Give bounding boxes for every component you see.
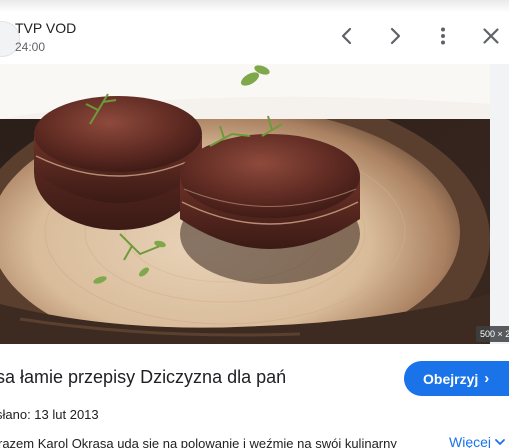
chevron-left-icon xyxy=(341,27,352,45)
chevron-down-icon xyxy=(495,439,505,445)
image-edge xyxy=(490,64,509,344)
steak-photo xyxy=(0,64,490,344)
source-name[interactable]: TVP VOD xyxy=(15,20,76,36)
chevron-right-icon: › xyxy=(484,370,490,387)
watch-button[interactable]: Obejrzyj › xyxy=(404,361,509,396)
published-date: słano: 13 lut 2013 xyxy=(0,407,99,422)
close-button[interactable] xyxy=(479,24,503,48)
next-button[interactable] xyxy=(383,24,407,48)
more-options-button[interactable] xyxy=(431,24,455,48)
more-vert-icon xyxy=(441,27,445,45)
chevron-right-icon xyxy=(390,27,401,45)
image-preview-panel: TVP VOD 24:00 500 × 2 asa łamie przepisy… xyxy=(0,0,509,448)
preview-image[interactable] xyxy=(0,64,490,344)
description-text: razem Karol Okrasa uda się na polowanie … xyxy=(0,436,397,448)
close-icon xyxy=(483,28,499,44)
video-title[interactable]: asa łamie przepisy Dziczyzna dla pań xyxy=(0,367,386,388)
video-duration: 24:00 xyxy=(15,40,46,54)
watch-button-label: Obejrzyj xyxy=(423,370,479,387)
more-link[interactable]: Więcej xyxy=(449,434,506,448)
more-link-label: Więcej xyxy=(449,434,492,448)
preview-header: TVP VOD 24:00 xyxy=(0,12,509,64)
previous-button[interactable] xyxy=(335,24,359,48)
top-shadow xyxy=(0,0,509,12)
image-dimensions-badge: 500 × 2 xyxy=(476,326,509,342)
